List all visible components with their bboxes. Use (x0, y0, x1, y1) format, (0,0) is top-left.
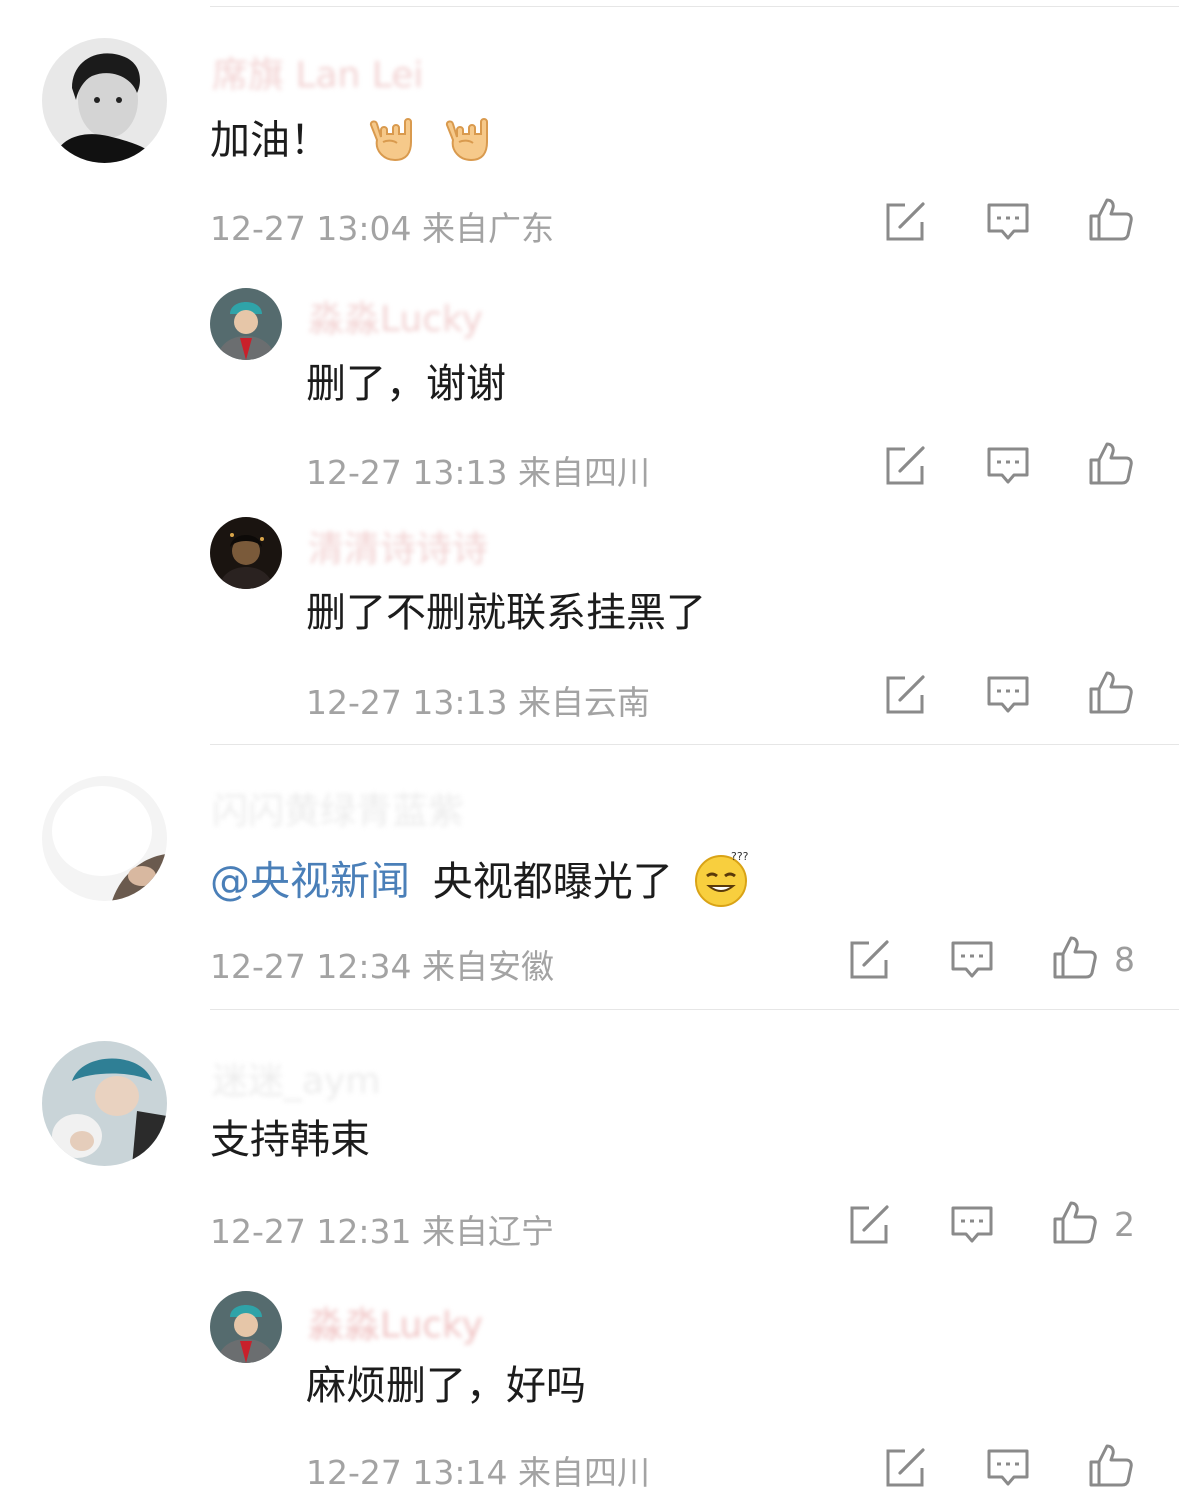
edit-icon[interactable] (883, 671, 929, 717)
like-count: 8 (1114, 940, 1135, 979)
comment-meta: 12-27 13:04 来自广东 (210, 209, 554, 248)
mention-link[interactable]: @央视新闻 (210, 859, 410, 905)
thumbs-up-icon[interactable] (1051, 1199, 1097, 1245)
reply-meta: 12-27 13:13 来自四川 (306, 453, 650, 492)
reply-text: 麻烦删了，好吗 (306, 1363, 586, 1409)
username[interactable]: 清清诗诗诗 (308, 520, 488, 572)
reply-text: 删了不删就联系挂黑了 (306, 590, 706, 636)
comment-icon[interactable] (949, 1201, 995, 1247)
comment-icon[interactable] (985, 198, 1031, 244)
thumbs-up-icon[interactable] (1087, 440, 1133, 486)
avatar[interactable] (42, 776, 167, 901)
like-count: 2 (1114, 1205, 1135, 1244)
divider (210, 744, 1179, 745)
comment-meta: 12-27 12:31 来自辽宁 (210, 1212, 554, 1251)
avatar[interactable] (210, 1291, 282, 1363)
divider (210, 1009, 1179, 1010)
divider (210, 6, 1179, 7)
rock-hand-emoji-icon (365, 110, 419, 175)
comment-meta: 12-27 12:34 来自安徽 (210, 947, 554, 986)
comment-text: 支持韩束 (210, 1117, 370, 1163)
reply-meta: 12-27 13:13 来自云南 (306, 683, 650, 722)
thumbs-up-icon[interactable] (1051, 934, 1097, 980)
rock-hand-emoji-icon (441, 110, 495, 175)
username[interactable]: 淼淼Lucky (308, 1296, 483, 1348)
edit-icon[interactable] (883, 198, 929, 244)
comment-text: 加油！ (210, 110, 495, 175)
username[interactable]: 淼淼Lucky (308, 290, 483, 342)
edit-icon[interactable] (847, 936, 893, 982)
reply-text: 删了，谢谢 (306, 361, 506, 407)
reply-meta: 12-27 13:14 来自四川 (306, 1453, 650, 1492)
avatar[interactable] (42, 38, 167, 163)
comment-icon[interactable] (985, 671, 1031, 717)
avatar[interactable] (210, 517, 282, 589)
edit-icon[interactable] (847, 1201, 893, 1247)
comment-icon[interactable] (985, 442, 1031, 488)
username[interactable]: 闪闪黄绿青蓝紫 (212, 782, 464, 834)
username[interactable]: 席旗 Lan Lei (212, 46, 423, 98)
comment-text-body: 加油！ (210, 117, 330, 164)
avatar[interactable] (210, 288, 282, 360)
dizzy-face-emoji-icon (691, 848, 751, 919)
comment-icon[interactable] (985, 1444, 1031, 1490)
avatar[interactable] (42, 1041, 167, 1166)
comment-icon[interactable] (949, 936, 995, 982)
edit-icon[interactable] (883, 442, 929, 488)
thumbs-up-icon[interactable] (1087, 1442, 1133, 1488)
username[interactable]: 迷迷_aym (212, 1052, 380, 1104)
comment-text: @央视新闻 央视都曝光了 (210, 848, 751, 919)
thumbs-up-icon[interactable] (1087, 669, 1133, 715)
thumbs-up-icon[interactable] (1087, 196, 1133, 242)
edit-icon[interactable] (883, 1444, 929, 1490)
comment-text-body: 央视都曝光了 (432, 858, 673, 905)
